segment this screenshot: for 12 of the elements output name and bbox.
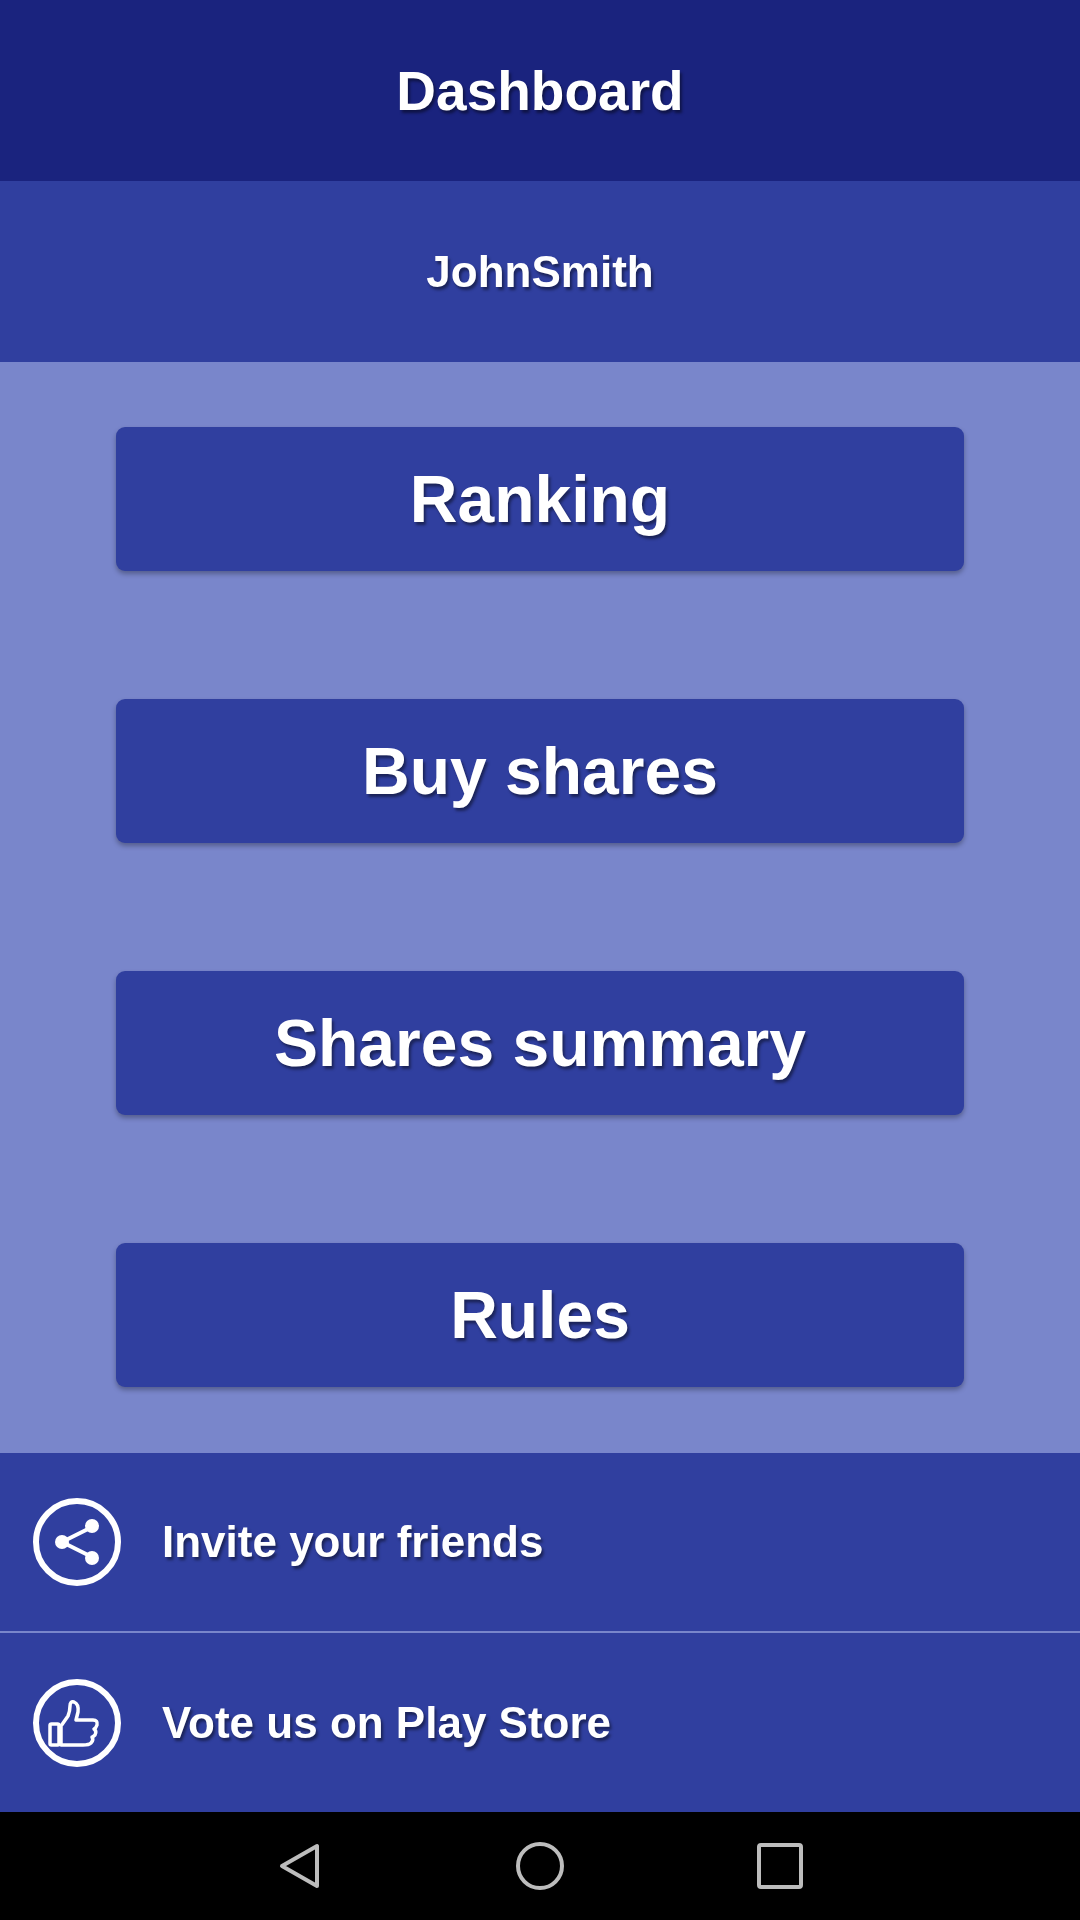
share-icon [32, 1497, 122, 1587]
menu-button[interactable]: Ranking [116, 427, 964, 571]
menu-button[interactable]: Rules [116, 1243, 964, 1387]
app-bar-title: Dashboard [396, 58, 684, 123]
home-icon[interactable] [515, 1841, 565, 1891]
menu-button[interactable]: Shares summary [116, 971, 964, 1115]
vote-link[interactable]: Vote us on Play Store [0, 1633, 1080, 1812]
invite-link[interactable]: Invite your friends [0, 1453, 1080, 1631]
recent-apps-icon[interactable] [755, 1841, 805, 1891]
thumbs-up-icon [32, 1677, 122, 1768]
menu-button[interactable]: Buy shares [116, 699, 964, 843]
username-label: JohnSmith [426, 246, 654, 297]
